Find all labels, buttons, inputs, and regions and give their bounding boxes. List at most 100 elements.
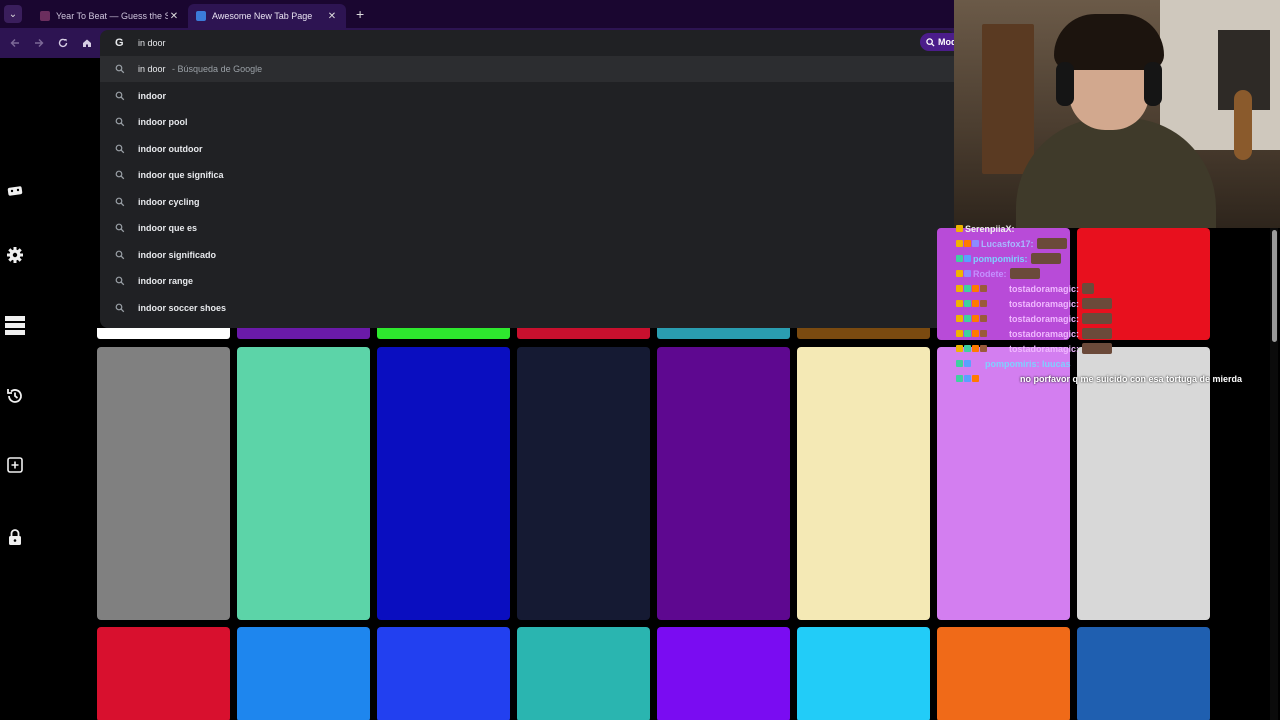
- chat-line: tostadoramagic:: [956, 312, 1113, 325]
- gamepad-icon[interactable]: [5, 180, 25, 200]
- color-tile[interactable]: [517, 347, 650, 620]
- chat-line: Rodete:: [956, 267, 1040, 280]
- headphones-icon: [1056, 62, 1074, 106]
- suggestion-text: indoor: [138, 90, 166, 101]
- chat-username: tostadoramagic:: [1009, 313, 1080, 324]
- search-icon: [115, 91, 125, 100]
- chat-username: SerenpiiaX:: [965, 223, 1015, 234]
- search-icon: [115, 64, 125, 74]
- home-icon: [83, 39, 91, 47]
- suggestion-text: indoor cycling: [138, 196, 200, 207]
- suggestion-text: indoor outdoor: [138, 143, 203, 154]
- color-tile[interactable]: [797, 627, 930, 720]
- suggestion-item[interactable]: indoor cycling: [100, 189, 954, 215]
- tile-strip[interactable]: [97, 328, 230, 339]
- back-button[interactable]: [3, 31, 27, 55]
- reload-button[interactable]: [51, 31, 75, 55]
- tab-awesome-new-tab[interactable]: Awesome New Tab Page ✕: [188, 4, 346, 28]
- chat-line: pompomiris:: [956, 252, 1061, 265]
- chat-line: tostadoramagic:: [956, 297, 1113, 310]
- suggestion-item[interactable]: indoor que significa: [100, 162, 954, 188]
- chat-line: SerenpiiaX:: [956, 222, 1015, 235]
- history-icon[interactable]: [5, 386, 25, 406]
- suggestion-text: indoor que es: [138, 223, 198, 233]
- chat-username: tostadoramagic:: [1009, 298, 1080, 309]
- address-input[interactable]: in door: [138, 38, 166, 48]
- suggestion-text: indoor que significa: [138, 170, 224, 180]
- address-bar[interactable]: G in door: [100, 30, 954, 56]
- suggestion-text: indoor range: [138, 276, 194, 286]
- tab-favicon-icon: [40, 11, 50, 21]
- search-icon: [115, 223, 125, 233]
- chat-username: tostadoramagic:: [1009, 328, 1080, 339]
- tile-strip[interactable]: [377, 328, 510, 339]
- tile-strip[interactable]: [237, 328, 370, 339]
- color-tile[interactable]: [1077, 627, 1210, 720]
- close-icon[interactable]: ✕: [168, 11, 180, 22]
- chat-username: tostadoramagic:: [1009, 343, 1080, 354]
- search-icon: [115, 303, 125, 312]
- chat-username: Lucasfox17:: [981, 238, 1034, 249]
- search-icon: [115, 117, 125, 127]
- suggestion-text: indoor pool: [138, 117, 188, 127]
- suggestion-item[interactable]: in door - Búsqueda de Google: [100, 56, 954, 82]
- color-tile[interactable]: [657, 627, 790, 720]
- color-tile[interactable]: [797, 347, 930, 620]
- suggestion-item[interactable]: indoor soccer shoes: [100, 295, 954, 321]
- tab-search-button[interactable]: ⌄: [4, 5, 22, 23]
- suggestion-item[interactable]: indoor significado: [100, 242, 954, 268]
- webcam-person-hair: [1054, 14, 1164, 70]
- tab-year-to-beat[interactable]: Year To Beat — Guess the Song ✕: [32, 4, 188, 28]
- search-icon: [115, 144, 125, 153]
- chat-line: Lucasfox17:: [956, 237, 1067, 250]
- list-icon[interactable]: [5, 315, 25, 335]
- search-icon: [115, 250, 125, 259]
- color-tile[interactable]: [237, 627, 370, 720]
- search-icon: [115, 276, 125, 286]
- suggestion-text: indoor significado: [138, 249, 216, 260]
- suggestion-text: indoor soccer shoes: [138, 302, 227, 313]
- color-tile[interactable]: [97, 347, 230, 620]
- lock-icon[interactable]: [5, 527, 25, 547]
- gear-icon[interactable]: [5, 245, 25, 265]
- chat-username: pompomiris:: [973, 253, 1028, 264]
- tile-strip[interactable]: [657, 328, 790, 339]
- color-tile[interactable]: [97, 627, 230, 720]
- stream-chat-overlay: SerenpiiaX: Lucasfox17: pompomiris: Rode…: [954, 222, 1280, 392]
- google-logo-icon: G: [115, 37, 124, 49]
- tab-title: Awesome New Tab Page: [212, 11, 313, 21]
- omnibox-suggestions: in door - Búsqueda de Google indoor indo…: [100, 56, 954, 328]
- color-tile[interactable]: [237, 347, 370, 620]
- suggestion-item[interactable]: indoor: [100, 83, 954, 109]
- color-tile[interactable]: [937, 627, 1070, 720]
- color-tile[interactable]: [377, 347, 510, 620]
- tile-strip[interactable]: [517, 328, 650, 339]
- forward-button[interactable]: [27, 31, 51, 55]
- home-button[interactable]: [75, 31, 99, 55]
- new-tab-button[interactable]: +: [356, 6, 364, 22]
- chat-line: tostadoramagic:: [956, 342, 1113, 355]
- search-icon: [115, 170, 125, 180]
- suggestion-item[interactable]: indoor que es: [100, 215, 954, 241]
- chat-username: tostadoramagic:: [1009, 283, 1080, 294]
- webcam-door: [982, 24, 1034, 174]
- suggestion-item[interactable]: indoor outdoor: [100, 136, 954, 162]
- suggestion-item[interactable]: indoor pool: [100, 109, 954, 135]
- search-spark-icon: [926, 37, 935, 47]
- webcam-overlay: [954, 0, 1280, 228]
- color-tile[interactable]: [517, 627, 650, 720]
- chevron-down-icon: ⌄: [8, 8, 18, 20]
- webcam-guitar: [1234, 90, 1252, 160]
- chat-line: tostadoramagic:: [956, 282, 1095, 295]
- chat-message: no porfavor q me suicido con esa tortuga…: [1020, 373, 1243, 384]
- reload-icon: [58, 38, 68, 48]
- color-tile[interactable]: [657, 347, 790, 620]
- suggestion-item[interactable]: indoor range: [100, 268, 954, 294]
- forward-arrow-icon: [35, 39, 44, 47]
- close-icon[interactable]: ✕: [326, 11, 338, 22]
- tile-strip[interactable]: [797, 328, 930, 339]
- add-box-icon[interactable]: [5, 455, 25, 475]
- chat-line: pompomiris: luucas: [956, 357, 1071, 370]
- chat-line: no porfavor q me suicido con esa tortuga…: [956, 372, 1242, 385]
- color-tile[interactable]: [377, 627, 510, 720]
